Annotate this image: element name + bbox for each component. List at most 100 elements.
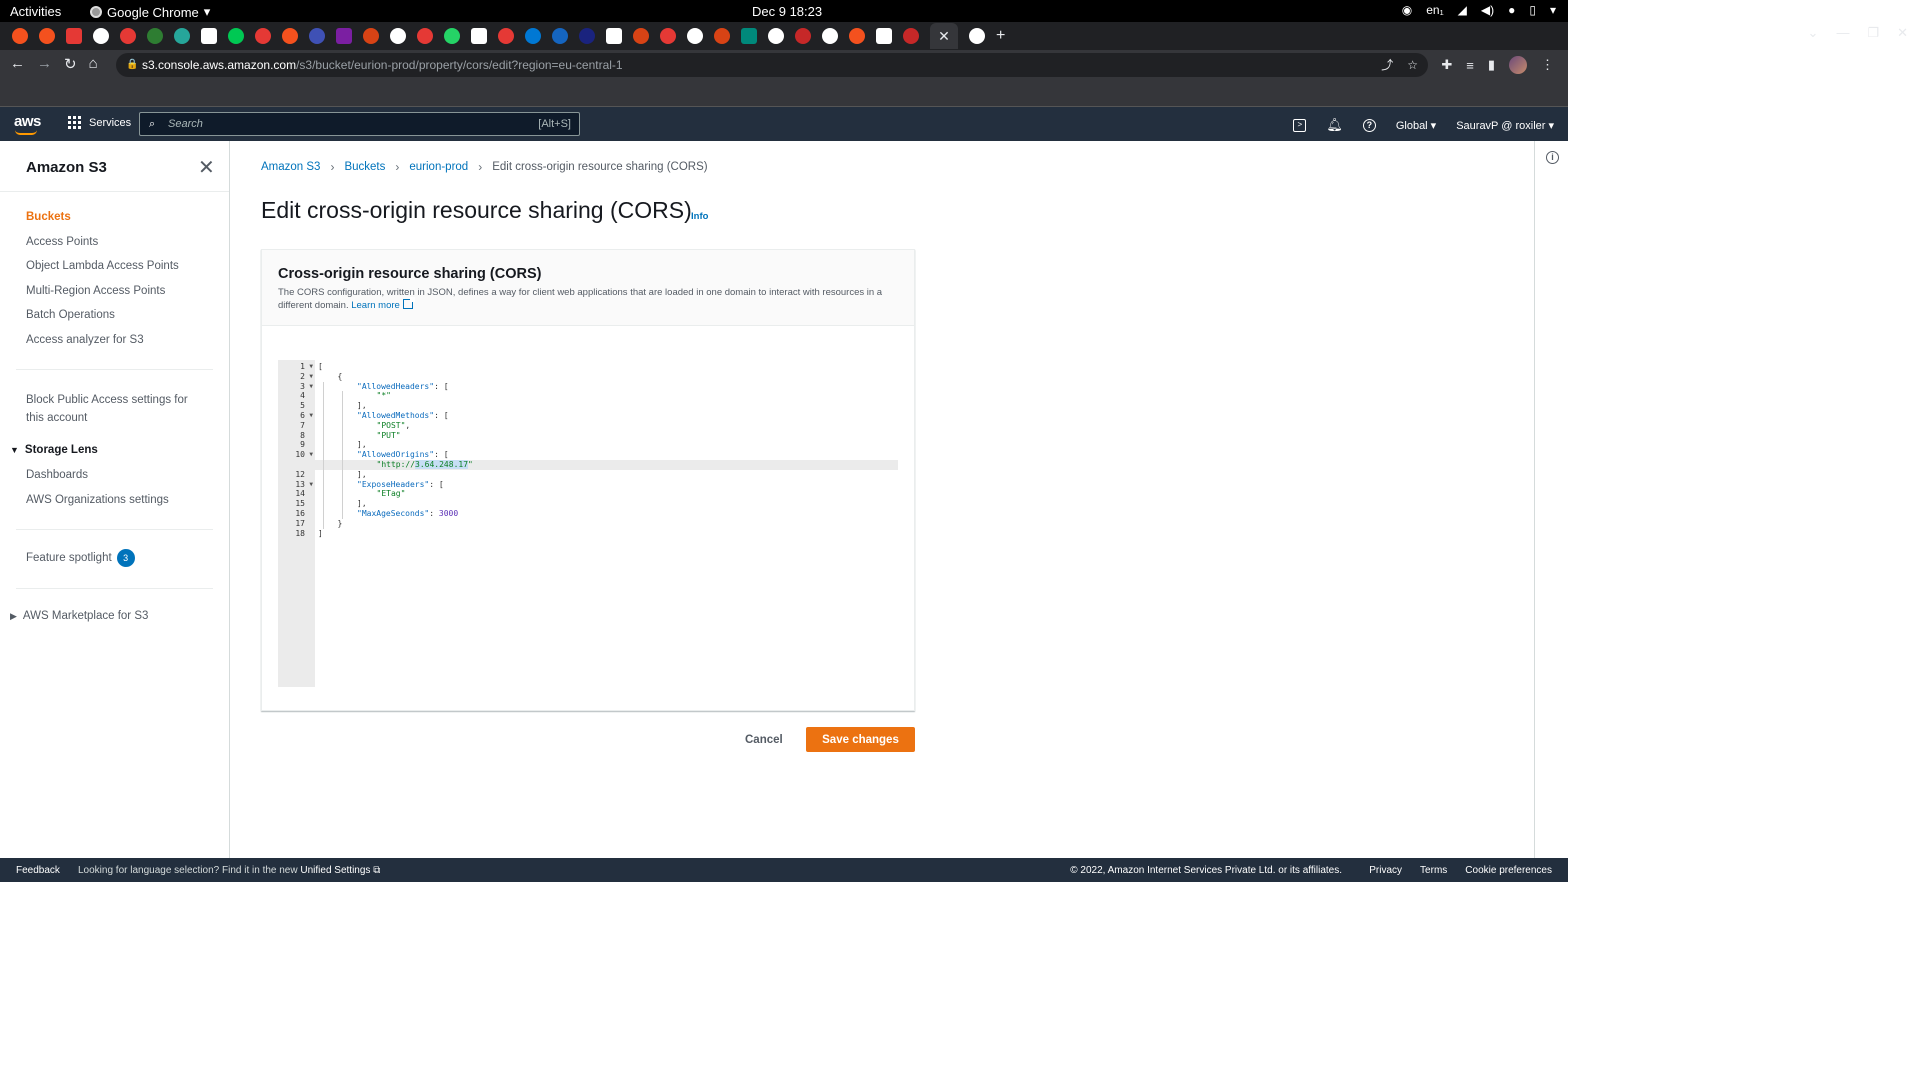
back-icon[interactable]: ← <box>10 55 25 73</box>
sidebar-item-block-public-access[interactable]: Block Public Access settings for this ac… <box>26 391 206 427</box>
profile-avatar[interactable] <box>1509 56 1527 74</box>
code-line[interactable]: ], <box>357 470 367 480</box>
account-menu[interactable]: SauravP @ roxiler ▾ <box>1456 119 1554 132</box>
tab-favicon-icon[interactable] <box>903 28 919 44</box>
sidebar-item-feature-spotlight[interactable]: Feature spotlight 3 <box>26 549 135 567</box>
tab-favicon-icon[interactable] <box>444 28 460 44</box>
system-tray[interactable]: ◉ en₁ ◢ ◀) ● ▯ ▾ <box>1402 3 1556 17</box>
sidebar-item-dashboards[interactable]: Dashboards <box>26 469 88 481</box>
tab-favicon-icon[interactable] <box>39 28 55 44</box>
fold-toggle-icon[interactable]: ▼ <box>309 382 313 392</box>
aws-logo[interactable]: aws <box>14 113 41 135</box>
storage-lens-section[interactable]: ▼ Storage Lens <box>10 444 98 456</box>
system-clock[interactable]: Dec 9 18:23 <box>752 4 822 19</box>
cors-json-editor[interactable]: 1▼2▼3▼456▼78910▼111213▼1415161718 [{"All… <box>278 360 898 687</box>
learn-more-link[interactable]: Learn more <box>351 297 415 311</box>
tab-favicon-icon[interactable] <box>120 28 136 44</box>
code-line[interactable]: ] <box>318 529 323 539</box>
tab-favicon-icon[interactable] <box>633 28 649 44</box>
reading-list-icon[interactable]: ≡ <box>1466 58 1474 73</box>
tab-favicon-icon[interactable] <box>201 28 217 44</box>
tab-search-icon[interactable]: ⌄ <box>1808 25 1819 41</box>
unified-settings-link[interactable]: Unified Settings ⧉ <box>300 865 380 876</box>
marketplace-section[interactable]: ▶ AWS Marketplace for S3 <box>10 610 148 622</box>
bookmark-star-icon[interactable]: ☆ <box>1407 53 1418 77</box>
tab-favicon-icon[interactable] <box>660 28 676 44</box>
sidebar-item-access-points[interactable]: Access Points <box>26 236 98 248</box>
tab-favicon-icon[interactable] <box>282 28 298 44</box>
tab-favicon-icon[interactable] <box>687 28 703 44</box>
tab-favicon-icon[interactable] <box>12 28 28 44</box>
app-menu[interactable]: Google Chrome ▾ <box>90 4 210 20</box>
region-selector[interactable]: Global ▾ <box>1396 119 1436 132</box>
info-panel-icon[interactable]: i <box>1546 151 1559 164</box>
tab-favicon-icon[interactable] <box>147 28 163 44</box>
code-line[interactable]: "POST", <box>377 421 411 431</box>
sidebar-item-access-analyzer[interactable]: Access analyzer for S3 <box>26 334 144 346</box>
code-line[interactable]: "AllowedHeaders": [ <box>357 382 449 392</box>
code-line[interactable]: "MaxAgeSeconds": 3000 <box>357 509 458 519</box>
tab-favicon-icon[interactable] <box>255 28 271 44</box>
tab-favicon-icon[interactable] <box>66 28 82 44</box>
cookie-preferences-link[interactable]: Cookie preferences <box>1465 865 1552 876</box>
notifications-bell-icon[interactable]: 🔔︎ <box>1326 117 1343 133</box>
breadcrumb-buckets[interactable]: Buckets <box>344 161 385 173</box>
code-line[interactable]: [ <box>318 362 323 372</box>
tab-favicon-icon[interactable] <box>741 28 757 44</box>
code-line[interactable]: ], <box>357 401 367 411</box>
tab-favicon-icon[interactable] <box>390 28 406 44</box>
tab-favicon-icon[interactable] <box>525 28 541 44</box>
tab-favicon-icon[interactable] <box>795 28 811 44</box>
restore-icon[interactable]: ❐ <box>1867 25 1879 41</box>
code-line[interactable]: "AllowedOrigins": [ <box>357 450 449 460</box>
fold-toggle-icon[interactable]: ▼ <box>309 480 313 490</box>
forward-icon[interactable]: → <box>37 55 52 73</box>
cloudshell-icon[interactable]: > <box>1293 118 1307 132</box>
tab-favicon-icon[interactable] <box>336 28 352 44</box>
tab-favicon-icon[interactable] <box>498 28 514 44</box>
tab-favicon-icon[interactable] <box>606 28 622 44</box>
code-line[interactable]: ], <box>357 440 367 450</box>
help-icon[interactable]: ? <box>1362 118 1376 132</box>
terms-link[interactable]: Terms <box>1420 865 1447 876</box>
tab-favicon-icon[interactable] <box>876 28 892 44</box>
code-line[interactable]: "http://3.64.248.17" <box>377 460 473 470</box>
close-window-icon[interactable]: ✕ <box>1897 25 1908 41</box>
new-tab-icon[interactable]: + <box>996 27 1014 45</box>
side-panel-icon[interactable]: ▮ <box>1488 57 1495 73</box>
sidebar-item-object-lambda[interactable]: Object Lambda Access Points <box>26 260 179 272</box>
sidebar-item-batch-operations[interactable]: Batch Operations <box>26 309 115 321</box>
code-line[interactable]: "ExposeHeaders": [ <box>357 480 444 490</box>
info-link[interactable]: Info <box>691 211 708 222</box>
lock-icon[interactable]: 🔒 <box>126 53 138 77</box>
fold-toggle-icon[interactable]: ▼ <box>309 450 313 460</box>
activities-button[interactable]: Activities <box>10 4 61 19</box>
sidebar-item-buckets[interactable]: Buckets <box>26 211 71 223</box>
tab-favicon-icon[interactable] <box>552 28 568 44</box>
sidebar-item-organizations-settings[interactable]: AWS Organizations settings <box>26 494 169 506</box>
fold-toggle-icon[interactable]: ▼ <box>309 362 313 372</box>
breadcrumb-amazon-s3[interactable]: Amazon S3 <box>261 161 320 173</box>
tab-favicon-icon[interactable] <box>363 28 379 44</box>
home-icon[interactable]: ⌂ <box>89 55 98 73</box>
minimize-icon[interactable]: — <box>1836 25 1849 41</box>
close-icon[interactable]: ✕ <box>198 155 215 180</box>
services-menu-button[interactable]: Services <box>68 116 131 129</box>
fold-toggle-icon[interactable]: ▼ <box>309 372 313 382</box>
tab-favicon-icon[interactable] <box>579 28 595 44</box>
extensions-icon[interactable]: ✚ <box>1441 57 1452 73</box>
code-line[interactable]: } <box>338 519 343 529</box>
code-line[interactable]: "PUT" <box>377 431 401 441</box>
tab-favicon-icon[interactable] <box>969 28 985 44</box>
aws-search-input[interactable]: ⌕ Search [Alt+S] <box>139 112 580 136</box>
tab-favicon-icon[interactable] <box>93 28 109 44</box>
privacy-link[interactable]: Privacy <box>1369 865 1402 876</box>
code-line[interactable]: "*" <box>377 391 391 401</box>
chrome-menu-icon[interactable]: ⋮ <box>1541 57 1554 73</box>
feedback-link[interactable]: Feedback <box>16 865 60 876</box>
sidebar-item-multi-region[interactable]: Multi-Region Access Points <box>26 285 165 297</box>
cancel-button[interactable]: Cancel <box>735 727 793 752</box>
tab-favicon-icon[interactable] <box>714 28 730 44</box>
code-line[interactable]: "ETag" <box>377 489 406 499</box>
active-tab[interactable]: ✕ <box>930 23 958 49</box>
